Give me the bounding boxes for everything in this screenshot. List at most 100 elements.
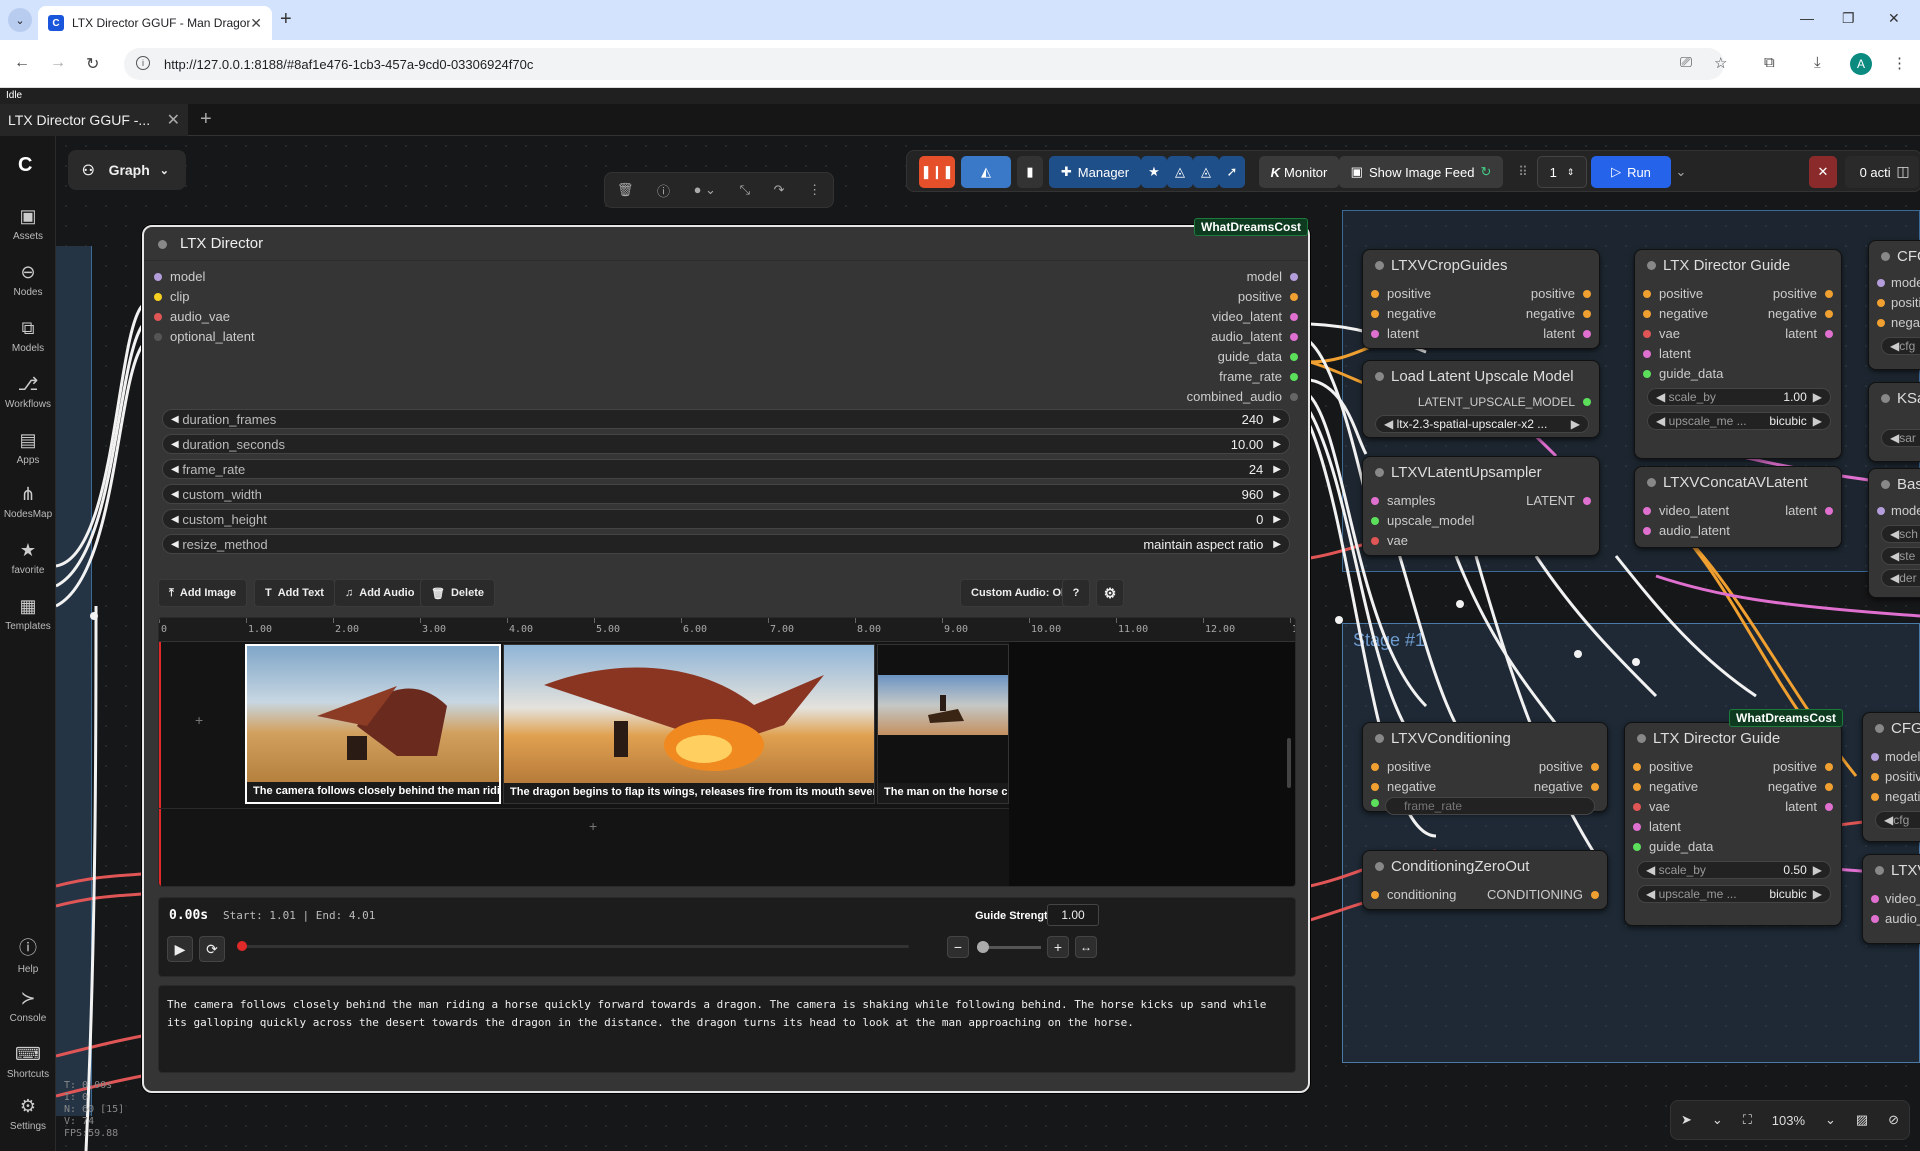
guide-slider-handle[interactable] <box>977 941 989 953</box>
zoom-level[interactable]: 103% <box>1772 1113 1805 1128</box>
input-slot[interactable]: positive <box>1871 769 1920 784</box>
denoise-widget[interactable]: ◀ der <box>1881 569 1920 587</box>
tab-search-icon[interactable]: ⌄ <box>8 8 32 32</box>
increment-icon[interactable]: ▶ <box>1273 439 1281 450</box>
info-icon[interactable]: ⓘ <box>657 181 670 200</box>
cfg-guider-stage1-node[interactable]: CFG model positive negativ ◀cfg <box>1862 712 1920 842</box>
decrement-icon[interactable]: ◀ <box>1890 571 1899 585</box>
plus-icon[interactable]: + <box>1047 936 1069 958</box>
drag-handle-icon[interactable]: ⠿ <box>1513 156 1533 188</box>
decrement-icon[interactable]: ◀ <box>171 414 179 425</box>
decrement-icon[interactable]: ◀ <box>171 514 179 525</box>
batch-count-input[interactable]: 1 ⇕ <box>1537 156 1587 188</box>
share-icon[interactable]: ➚ <box>1219 156 1245 188</box>
output-slot[interactable]: negative <box>1534 779 1599 794</box>
decrement-icon[interactable]: ◀ <box>1384 417 1397 431</box>
director-guide-node[interactable]: LTX Director Guide positive negative vae… <box>1634 249 1842 459</box>
site-info-icon[interactable]: i <box>136 56 150 70</box>
back-icon[interactable]: ← <box>14 54 30 72</box>
increment-icon[interactable]: ▶ <box>1273 464 1281 475</box>
loop-icon[interactable]: ⟳ <box>199 936 225 962</box>
increment-icon[interactable]: ▶ <box>1273 489 1281 500</box>
input-slot[interactable]: positive <box>1633 759 1693 774</box>
trash-icon[interactable]: 🗑 <box>617 182 634 198</box>
playhead[interactable] <box>159 642 161 886</box>
ltxv-right-node[interactable]: LTXV video_l audio_l <box>1862 854 1920 944</box>
output-slot[interactable]: positive <box>1773 759 1833 774</box>
fit-view-icon[interactable]: ⛶ <box>1743 1112 1752 1128</box>
graph-canvas[interactable]: Stage #1 ⚇ Graph ⌄ 🗑 ⓘ ● ⌄ ⤡ ↷ ⋮ ❚❙❚ ◭ ▮… <box>56 136 1920 1151</box>
redo-icon[interactable]: ↷ <box>774 182 785 198</box>
input-slot[interactable]: upscale_model <box>1371 513 1474 528</box>
upscale-model-select[interactable]: ◀ ltx-2.3-spatial-upscaler-x2 ... ▶ <box>1375 415 1589 433</box>
monitor-button[interactable]: K Monitor <box>1259 156 1339 188</box>
sidebar-item-models[interactable]: ⧉ Models <box>0 318 56 354</box>
show-image-feed-button[interactable]: ▣ Show Image Feed ↻ <box>1339 156 1503 188</box>
input-slot[interactable]: positi <box>1877 295 1920 310</box>
output-slot-video-latent[interactable]: video_latent <box>1212 309 1298 324</box>
decrement-icon[interactable]: ◀ <box>1656 414 1669 428</box>
input-slot-model[interactable]: model <box>154 269 205 284</box>
input-slot[interactable]: negative <box>1371 779 1436 794</box>
param-custom-height[interactable]: ◀ custom_height 0 ▶ <box>162 509 1290 529</box>
sidebar-item-settings[interactable]: ⚙ Settings <box>0 1096 56 1132</box>
param-resize-method[interactable]: ◀ resize_method maintain aspect ratio ▶ <box>162 534 1290 554</box>
sidebar-item-nodesmap[interactable]: ⋔ NodesMap <box>0 484 56 520</box>
timeline[interactable]: 0 1.00 2.00 3.00 4.00 5.00 6.00 7.00 8.00 9.00 10.… <box>158 617 1296 887</box>
increment-icon[interactable]: ▶ <box>1571 417 1580 431</box>
input-slot[interactable]: samples <box>1371 493 1435 508</box>
input-slot[interactable]: conditioning <box>1371 887 1456 902</box>
forward-icon[interactable]: → <box>50 54 66 72</box>
input-slot[interactable]: vae <box>1643 326 1680 341</box>
param-frame-rate[interactable]: ◀ frame_rate 24 ▶ <box>162 459 1290 479</box>
input-slot[interactable]: negative <box>1643 306 1708 321</box>
basic-scheduler-node[interactable]: Bas mode ◀ sch ◀ ste ◀ der <box>1868 468 1920 598</box>
upscale-method-widget[interactable]: ◀ upscale_me ... bicubic ▶ <box>1637 885 1831 903</box>
close-window-icon[interactable]: ✕ <box>1888 10 1900 27</box>
input-slot-clip[interactable]: clip <box>154 289 190 304</box>
sidebar-item-shortcuts[interactable]: ⌨ Shortcuts <box>0 1044 56 1080</box>
output-slot[interactable]: negative <box>1526 306 1591 321</box>
color-picker-icon[interactable]: ● ⌄ <box>694 182 716 198</box>
output-slot[interactable]: positive <box>1539 759 1599 774</box>
output-slot[interactable]: negative <box>1768 779 1833 794</box>
ksampler-node[interactable]: KSa ◀sar <box>1868 382 1920 462</box>
sidebar-item-assets[interactable]: ▣ Assets <box>0 206 56 242</box>
new-tab-icon[interactable]: + <box>280 8 292 31</box>
output-slot[interactable]: latent <box>1785 326 1833 341</box>
extensions-icon[interactable]: ⧉ <box>1764 54 1775 71</box>
input-slot[interactable]: video_latent <box>1643 503 1729 518</box>
decrement-icon[interactable]: ◀ <box>1890 431 1899 445</box>
output-slot[interactable]: LATENT_UPSCALE_MODEL <box>1418 395 1591 409</box>
star-icon[interactable]: ★ <box>1141 156 1167 188</box>
decrement-icon[interactable]: ◀ <box>1890 527 1899 541</box>
input-slot-audio-vae[interactable]: audio_vae <box>154 309 230 324</box>
conditioning-zero-out-node[interactable]: ConditioningZeroOut conditioning CONDITI… <box>1362 850 1608 910</box>
cfg-widget[interactable]: ◀ cfg <box>1881 337 1920 355</box>
increment-icon[interactable]: ▶ <box>1273 414 1281 425</box>
settings-gear-icon[interactable]: ⚙ <box>1096 579 1124 607</box>
decrement-icon[interactable]: ◀ <box>171 464 179 475</box>
decrement-icon[interactable]: ◀ <box>1884 813 1893 827</box>
profile-avatar[interactable]: A <box>1850 53 1872 75</box>
ltxv-conditioning-node[interactable]: LTXVConditioning positive negative posit… <box>1362 722 1608 815</box>
sidebar-item-nodes[interactable]: ⊖ Nodes <box>0 262 56 298</box>
url-field[interactable]: i http://127.0.0.1:8188/#8af1e476-1cb3-4… <box>124 48 1724 80</box>
director-guide-stage1-node[interactable]: WhatDreamsCost LTX Director Guide positi… <box>1624 709 1844 926</box>
output-slot[interactable]: negative <box>1768 306 1833 321</box>
sidebar-item-workflows[interactable]: ⎇ Workflows <box>0 374 56 410</box>
output-slot[interactable]: positive <box>1531 286 1591 301</box>
cancel-icon[interactable]: ✕ <box>1809 156 1837 188</box>
fit-width-icon[interactable]: ↔ <box>1075 936 1097 958</box>
input-slot[interactable]: positive <box>1643 286 1703 301</box>
input-slot[interactable]: latent <box>1633 819 1681 834</box>
scrubber-track[interactable] <box>241 945 909 948</box>
crop-guides-node[interactable]: LTXVCropGuides positive negative latent … <box>1362 249 1600 349</box>
input-slot[interactable]: positive <box>1371 286 1431 301</box>
increment-icon[interactable]: ▶ <box>1813 887 1822 901</box>
hide-links-icon[interactable]: ⊘ <box>1888 1112 1899 1128</box>
add-workflow-icon[interactable]: + <box>200 108 212 131</box>
prompt-textarea[interactable]: The camera follows closely behind the ma… <box>158 985 1296 1073</box>
input-slot[interactable]: audio_latent <box>1643 523 1730 538</box>
concat-av-latent-node[interactable]: LTXVConcatAVLatent video_latent audio_la… <box>1634 466 1842 548</box>
